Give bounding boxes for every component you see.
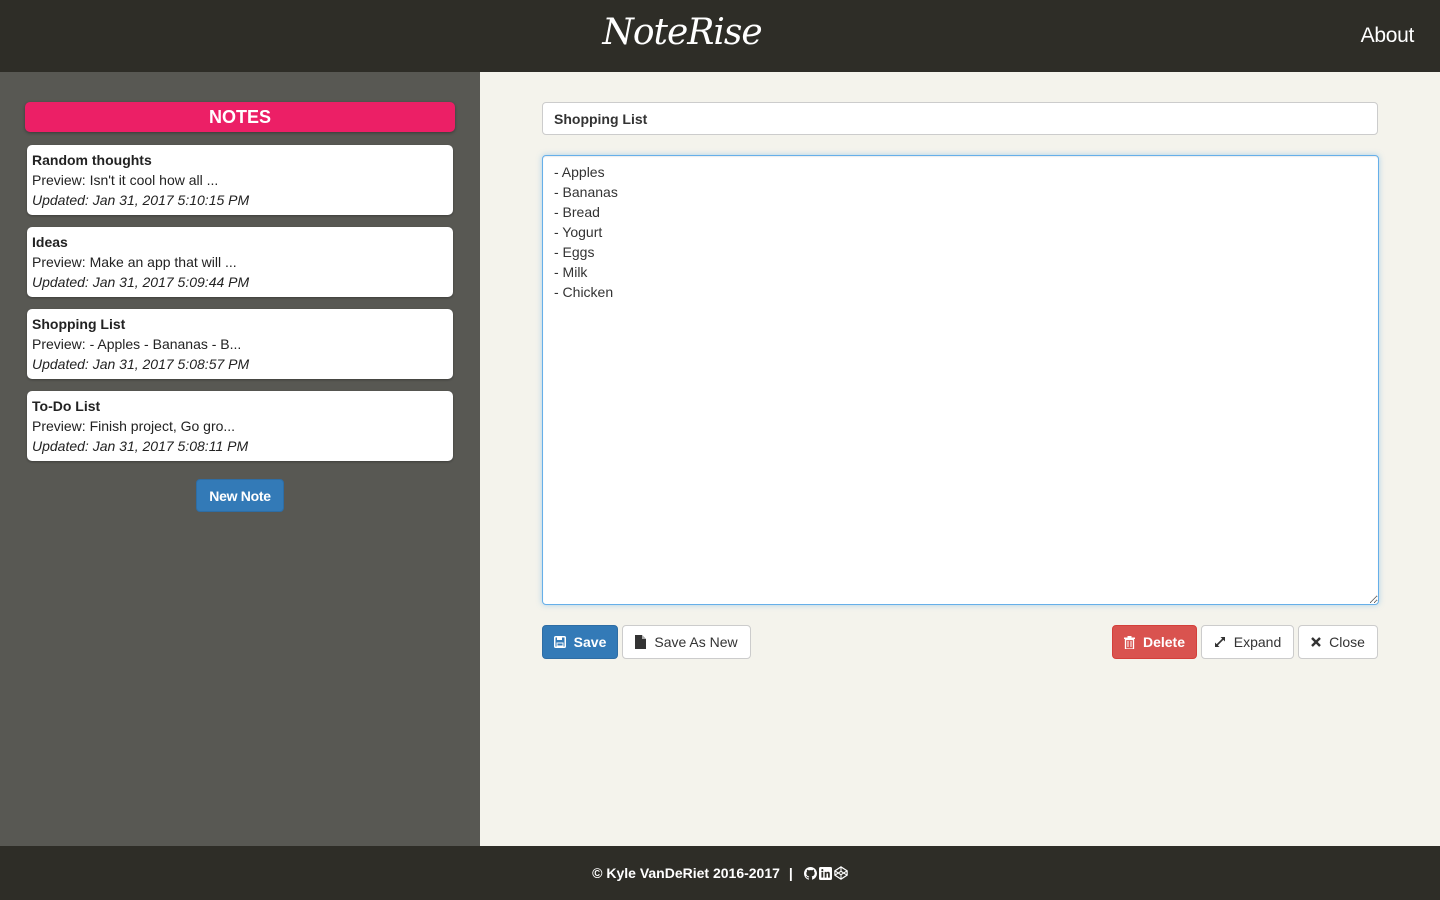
note-updated-time: Updated: Jan 31, 2017 5:09:44 PM [32, 274, 250, 290]
save-label: Save [573, 634, 607, 650]
top-navbar: NoteRise About [0, 0, 1440, 72]
note-preview: Preview: Make an app that will ... [32, 254, 237, 270]
brand-logo[interactable]: NoteRise [0, 12, 1364, 53]
note-preview: Preview: Finish project, Go gro... [32, 418, 236, 434]
note-card[interactable]: Random thoughts Preview: Isn't it cool h… [27, 145, 453, 215]
note-updated-time: Updated: Jan 31, 2017 5:10:15 PM [32, 192, 250, 208]
linkedin-icon[interactable] [818, 866, 832, 880]
delete-label: Delete [1142, 634, 1186, 650]
note-title: Ideas [32, 234, 68, 250]
github-icon[interactable] [803, 866, 817, 880]
close-icon [1311, 637, 1321, 647]
note-title: Random thoughts [32, 152, 152, 168]
expand-button[interactable]: Expand [1201, 625, 1294, 659]
save-button[interactable]: Save [542, 625, 618, 659]
note-preview: Preview: Isn't it cool how all ... [32, 172, 219, 188]
note-body-textarea[interactable]: - Apples - Bananas - Bread - Yogurt - Eg… [542, 155, 1379, 605]
note-title: To-Do List [32, 398, 101, 414]
close-button[interactable]: Close [1298, 625, 1378, 659]
note-updated-time: Updated: Jan 31, 2017 5:08:57 PM [32, 356, 250, 372]
note-title-input[interactable] [542, 102, 1378, 135]
copyright-text: © Kyle VanDeRiet 2016-2017 [592, 865, 780, 881]
new-note-button[interactable]: New Note [196, 479, 284, 512]
note-card[interactable]: To-Do List Preview: Finish project, Go g… [27, 391, 453, 461]
floppy-disk-icon [553, 636, 566, 648]
codepen-icon[interactable] [834, 866, 848, 880]
delete-button[interactable]: Delete [1112, 625, 1197, 659]
note-card[interactable]: Shopping List Preview: - Apples - Banana… [27, 309, 453, 379]
trash-icon [1123, 635, 1135, 649]
note-card[interactable]: Ideas Preview: Make an app that will ...… [27, 227, 453, 297]
save-as-new-button[interactable]: Save As New [622, 625, 751, 659]
about-link[interactable]: About [1361, 24, 1415, 48]
note-updated-time: Updated: Jan 31, 2017 5:08:11 PM [32, 438, 249, 454]
page-footer: © Kyle VanDeRiet 2016-2017 | [0, 846, 1440, 900]
note-editor: - Apples - Bananas - Bread - Yogurt - Eg… [480, 72, 1440, 846]
close-label: Close [1329, 634, 1365, 650]
expand-arrows-icon [1214, 636, 1226, 648]
note-preview: Preview: - Apples - Bananas - B... [32, 336, 242, 352]
notes-sidebar: NOTES Random thoughts Preview: Isn't it … [0, 72, 480, 846]
notes-heading: NOTES [25, 102, 455, 132]
footer-separator: | [788, 865, 793, 881]
save-as-new-label: Save As New [654, 634, 738, 650]
note-title: Shopping List [32, 316, 126, 332]
expand-label: Expand [1233, 634, 1282, 650]
file-icon [635, 635, 647, 649]
